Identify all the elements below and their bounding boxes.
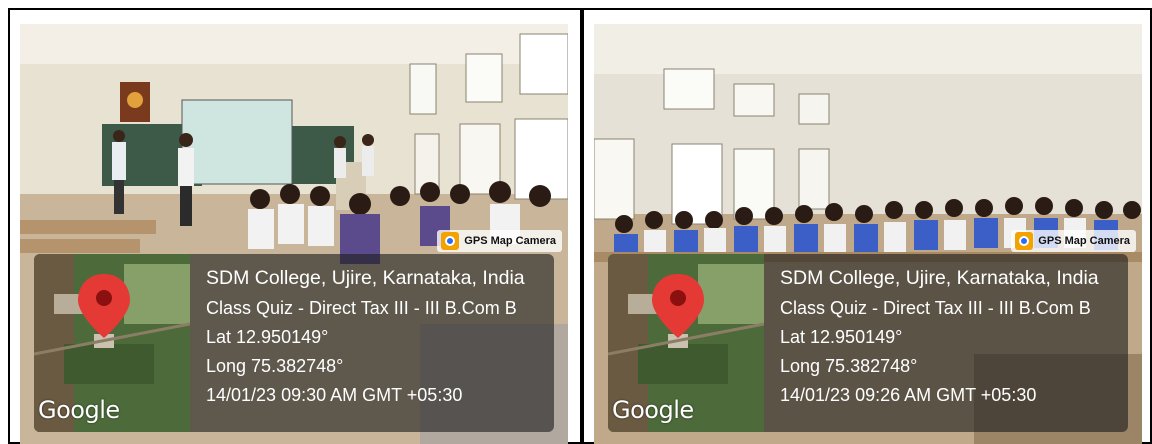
longitude-text: Long 75.382748°: [206, 356, 344, 376]
timestamp-text: 14/01/23 09:30 AM GMT +05:30: [206, 385, 463, 405]
timestamp-text: 14/01/23 09:26 AM GMT +05:30: [780, 385, 1037, 405]
satellite-map-thumbnail: Google: [34, 254, 190, 432]
event-text: Class Quiz - Direct Tax III - III B.Com …: [780, 298, 1091, 318]
geotag-overlay-right: Google SDM College, Ujire, Karnataka, In…: [608, 254, 1128, 432]
gps-map-camera-icon: [1015, 232, 1034, 250]
geotag-info: SDM College, Ujire, Karnataka, India Cla…: [780, 262, 1130, 410]
google-watermark: Google: [38, 396, 120, 424]
gps-map-camera-icon: [441, 232, 460, 250]
photo-panel-right: GPS Map Camera Google SDM College, Ujire…: [582, 8, 1152, 444]
geotag-info: SDM College, Ujire, Karnataka, India Cla…: [206, 262, 556, 410]
photo-panel-left: GPS Map Camera Google SDM College, Ujire…: [8, 8, 582, 444]
satellite-map-thumbnail: Google: [608, 254, 764, 432]
badge-label: GPS Map Camera: [1038, 235, 1130, 247]
gps-camera-badge: GPS Map Camera: [437, 230, 562, 252]
badge-label: GPS Map Camera: [464, 235, 556, 247]
classroom-photo-right: GPS Map Camera Google SDM College, Ujire…: [594, 24, 1142, 444]
latitude-text: Lat 12.950149°: [780, 327, 903, 347]
longitude-text: Long 75.382748°: [780, 356, 918, 376]
location-text: SDM College, Ujire, Karnataka, India: [780, 267, 1099, 289]
geotag-overlay-left: Google SDM College, Ujire, Karnataka, In…: [34, 254, 554, 432]
location-text: SDM College, Ujire, Karnataka, India: [206, 267, 525, 289]
google-watermark: Google: [612, 396, 694, 424]
photo-grid: GPS Map Camera Google SDM College, Ujire…: [0, 0, 1152, 444]
classroom-photo-left: GPS Map Camera Google SDM College, Ujire…: [20, 24, 568, 444]
event-text: Class Quiz - Direct Tax III - III B.Com …: [206, 298, 517, 318]
latitude-text: Lat 12.950149°: [206, 327, 329, 347]
gps-camera-badge: GPS Map Camera: [1011, 230, 1136, 252]
